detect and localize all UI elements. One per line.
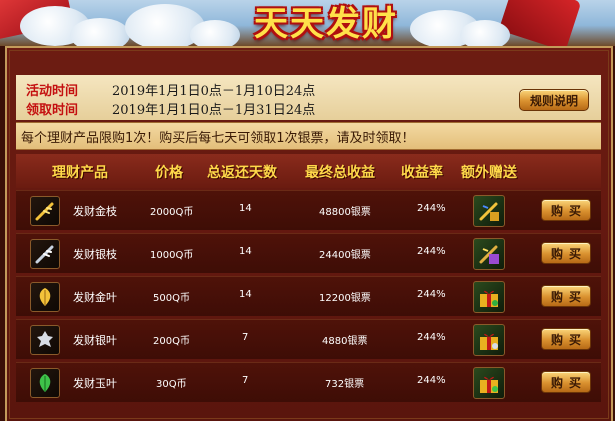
product-price: 30Q币 (156, 379, 187, 390)
event-info: 活动时间 2019年1月1日0点－1月10日24点 领取时间 2019年1月1日… (16, 75, 601, 120)
product-price: 1000Q币 (150, 250, 194, 261)
activity-time-row: 活动时间 2019年1月1日0点－1月10日24点 (26, 80, 316, 99)
green-gift-icon (473, 367, 505, 399)
product-rate: 244% (417, 203, 446, 214)
product-name: 发财金枝 (73, 205, 117, 218)
product-rate: 244% (417, 289, 446, 300)
buy-button[interactable]: 购买 (541, 242, 591, 264)
gold-leaf-icon (30, 282, 60, 312)
silver-branch-icon (30, 239, 60, 269)
jade-leaf-icon (30, 368, 60, 398)
table-header: 理财产品 价格 总返还天数 最终总收益 收益率 额外赠送 (16, 154, 601, 188)
header-price: 价格 (155, 165, 183, 181)
product-price: 500Q币 (153, 293, 190, 304)
product-price: 200Q币 (153, 336, 190, 347)
banner: 天天发财 (0, 0, 615, 46)
activity-time-label: 活动时间 (26, 83, 79, 99)
activity-time-value: 2019年1月1日0点－1月10日24点 (112, 83, 316, 99)
green-gift-icon (473, 324, 505, 356)
header-rate: 收益率 (401, 165, 443, 181)
notice-text: 每个理财产品限购1次！购买后每七天可领取1次银票，请及时领取！ (16, 122, 601, 150)
gold-gift-icon (473, 195, 505, 227)
table-row: 发财金叶 500Q币 14 12200银票 244% 购买 (16, 276, 601, 316)
table-row: 发财银叶 200Q币 7 4880银票 244% 购买 (16, 319, 601, 359)
product-name: 发财银枝 (73, 248, 117, 261)
banner-decoration-right (498, 0, 582, 46)
buy-button[interactable]: 购买 (541, 199, 591, 221)
product-rate: 244% (417, 375, 446, 386)
table-row: 发财玉叶 30Q币 7 732银票 244% 购买 (16, 362, 601, 402)
green-gift-icon (473, 281, 505, 313)
header-total: 最终总收益 (305, 165, 375, 181)
product-total: 12200银票 (319, 293, 371, 304)
table-row: 发财金枝 2000Q币 14 48800银票 244% 购买 (16, 190, 601, 230)
claim-time-row: 领取时间 2019年1月1日0点－1月31日24点 (26, 99, 316, 118)
product-rate: 244% (417, 246, 446, 257)
buy-button[interactable]: 购买 (541, 328, 591, 350)
purple-gift-icon (473, 238, 505, 270)
header-gift: 额外赠送 (461, 165, 517, 181)
product-days: 14 (239, 203, 252, 214)
buy-button[interactable]: 购买 (541, 371, 591, 393)
product-total: 4880银票 (322, 336, 368, 347)
product-total: 732银票 (325, 379, 365, 390)
product-days: 14 (239, 289, 252, 300)
product-rate: 244% (417, 332, 446, 343)
claim-time-value: 2019年1月1日0点－1月31日24点 (112, 102, 316, 118)
banner-title: 天天发财 (254, 4, 398, 44)
product-days: 14 (239, 246, 252, 257)
rules-button[interactable]: 规则说明 (519, 89, 589, 111)
product-total: 48800银票 (319, 207, 371, 218)
cloud-decoration (70, 18, 130, 46)
header-days: 总返还天数 (207, 165, 277, 181)
product-name: 发财玉叶 (73, 377, 117, 390)
product-name: 发财银叶 (73, 334, 117, 347)
header-product: 理财产品 (52, 165, 108, 181)
buy-button[interactable]: 购买 (541, 285, 591, 307)
table-row: 发财银枝 1000Q币 14 24400银票 244% 购买 (16, 233, 601, 273)
product-days: 7 (242, 332, 249, 343)
product-price: 2000Q币 (150, 207, 194, 218)
product-days: 7 (242, 375, 249, 386)
cloud-decoration (460, 20, 510, 46)
product-total: 24400银票 (319, 250, 371, 261)
claim-time-label: 领取时间 (26, 102, 79, 118)
product-name: 发财金叶 (73, 291, 117, 304)
silver-leaf-icon (30, 325, 60, 355)
gold-branch-icon (30, 196, 60, 226)
